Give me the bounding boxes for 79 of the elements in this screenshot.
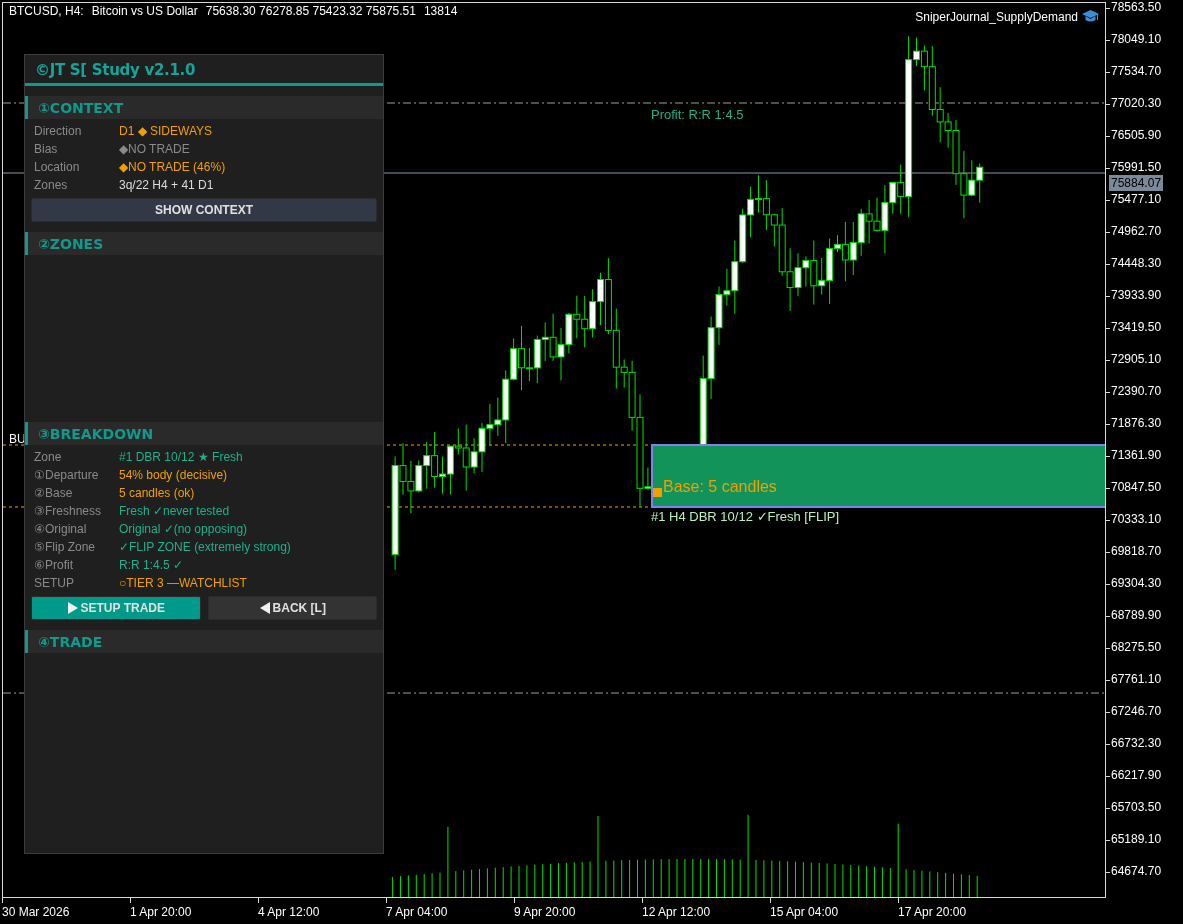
price-label: 71876.30 [1106,416,1183,448]
price-label: 66732.30 [1106,736,1183,768]
price-label: 78563.50 [1106,0,1183,32]
row-label: ④Original [34,522,88,536]
price-label: 78049.10 [1106,32,1183,64]
row-label: SETUP [34,576,75,590]
time-label: 9 Apr 20:00 [514,898,642,924]
price-label: 69818.70 [1106,544,1183,576]
price-label: 70333.10 [1106,512,1183,544]
panel-button[interactable]: BACK [L] [207,596,377,620]
back-triangle-icon [258,602,271,614]
profit-label: Profit: R:R 1:4.5 [651,107,744,122]
price-label: 68789.90 [1106,608,1183,640]
price-label: 66217.90 [1106,768,1183,800]
ohlc-values: 75638.30 76278.85 75423.32 75875.51 [205,4,416,18]
base-marker [653,488,662,497]
price-label: 74962.70 [1106,224,1183,256]
price-label: 71361.90 [1106,448,1183,480]
panel-title: ©JT S[ Study v2.1.0 [25,55,383,86]
zone-base-label: Base: 5 candles [663,478,777,496]
price-label: 69304.30 [1106,576,1183,608]
row-label: ⑤Flip Zone [34,540,97,554]
row-value: ◆NO TRADE (46%) [119,160,227,174]
row-value: ○TIER 3 —WATCHLIST [119,576,248,590]
panel-button[interactable]: SHOW CONTEXT [31,198,377,222]
price-label: 64674.70 [1106,864,1183,896]
price-label: 77020.30 [1106,96,1183,128]
symbol-timeframe: BTCUSD, H4: [9,4,84,18]
price-label: 68275.50 [1106,640,1183,672]
time-label: 30 Mar 2026 [2,898,130,924]
row-value: R:R 1:4.5 ✓ [119,558,185,572]
row-value: ◆NO TRADE [119,142,191,156]
price-label: 67246.70 [1106,704,1183,736]
symbol-description: Bitcoin vs US Dollar [91,4,198,18]
time-label: 15 Apr 04:00 [770,898,898,924]
time-label: 7 Apr 04:00 [386,898,514,924]
price-label: 72390.70 [1106,384,1183,416]
play-icon [66,602,79,614]
row-value: D1 ◆ SIDEWAYS [119,124,214,138]
section-header: ③BREAKDOWN [25,422,383,445]
zone-caption: #1 H4 DBR 10/12 ✓Fresh [FLIP] [651,509,840,524]
price-label: 77534.70 [1106,64,1183,96]
section-header: ①CONTEXT [25,96,383,119]
price-label: 73419.50 [1106,320,1183,352]
price-label: 65703.50 [1106,800,1183,832]
current-price-tag: 75884.07 [1109,175,1164,191]
row-label: Direction [34,124,83,138]
time-label: 12 Apr 12:00 [642,898,770,924]
time-label: 1 Apr 20:00 [130,898,258,924]
row-value: Original ✓(no opposing) [119,522,249,536]
row-value: 54% body (decisive) [119,468,229,482]
row-label: ⑥Profit [34,558,74,572]
price-label: 73933.90 [1106,288,1183,320]
graduation-cap-icon [1082,9,1099,24]
row-label: ②Base [34,486,74,500]
row-value: #1 DBR 10/12 ★ Fresh [119,450,244,464]
row-label: ③Freshness [34,504,103,518]
row-value: Fresh ✓never tested [119,504,231,518]
row-label: Location [34,160,81,174]
row-label: Bias [34,142,59,156]
price-label: 67761.10 [1106,672,1183,704]
price-label: 72905.10 [1106,352,1183,384]
price-label: 70847.50 [1106,480,1183,512]
price-label: 75477.10 [1106,192,1183,224]
row-value: ✓FLIP ZONE (extremely strong) [119,540,292,554]
section-header: ④TRADE [25,630,383,653]
row-label: Zones [34,178,69,192]
price-label: 76505.90 [1106,128,1183,160]
indicator-name: SniperJournal_SupplyDemand [915,9,1078,24]
row-label: ①Departure [34,468,100,482]
time-label: 4 Apr 12:00 [258,898,386,924]
section-header: ②ZONES [25,232,383,255]
price-label: 74448.30 [1106,256,1183,288]
volume-value: 13814 [423,4,458,18]
row-label: Zone [34,450,63,464]
row-value: 3q/22 H4 + 41 D1 [119,178,215,192]
row-value: 5 candles (ok) [119,486,196,500]
time-label: 17 Apr 20:00 [898,898,1026,924]
price-label: 65189.10 [1106,832,1183,864]
